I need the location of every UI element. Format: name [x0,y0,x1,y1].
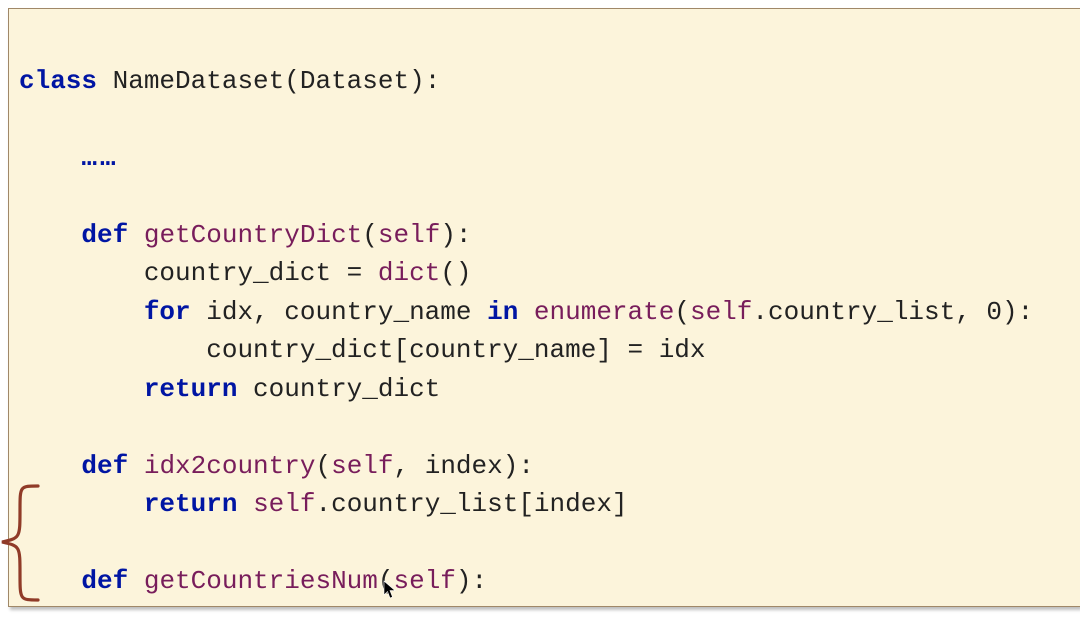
class-base: Dataset [300,66,409,96]
code-line-fn2-1: return self.country_list[index] [19,489,628,519]
code-line-fn2-def: def idx2country(self, index): [19,451,534,481]
builtin-enumerate: enumerate [534,297,674,327]
keyword-return: return [144,489,238,519]
keyword-def: def [81,451,128,481]
code-line-fn3-def: def getCountriesNum(self): [19,566,487,596]
code-line-fn1-1: country_dict = dict() [19,258,472,288]
self-param: self [331,451,393,481]
var: country_dict [144,258,331,288]
code-line-1: class NameDataset(Dataset): [19,66,440,96]
code-line-fn1-def: def getCountryDict(self): [19,220,472,250]
class-name: NameDataset [113,66,285,96]
fn-name: getCountryDict [144,220,362,250]
code-line-fn1-4: return country_dict [19,374,440,404]
text-space [97,66,113,96]
paren-close: ): [409,66,440,96]
keyword-class: class [19,66,97,96]
keyword-for: for [144,297,191,327]
keyword-return: return [144,605,238,608]
code-block: class NameDataset(Dataset): …… def getCo… [8,8,1080,607]
self-ref: self [253,489,315,519]
code-line-fn1-2: for idx, country_name in enumerate(self.… [19,297,1033,327]
keyword-def: def [81,220,128,250]
fn-name: idx2country [144,451,316,481]
self-param: self [394,566,456,596]
code-line-fn1-3: country_dict[country_name] = idx [19,335,706,365]
keyword-return: return [144,374,238,404]
keyword-in: in [487,297,518,327]
self-param: self [378,220,440,250]
fn-name: getCountriesNum [144,566,378,596]
paren-open: ( [284,66,300,96]
self-ref: self [690,297,752,327]
self-ref: self [253,605,315,608]
curly-brace-annotation [0,478,44,608]
code-line-fn3-1: return self.country_num [19,605,503,608]
code-line-ellipsis: …… [19,143,119,173]
ellipsis: …… [81,143,118,173]
builtin-dict: dict [378,258,440,288]
mouse-cursor-icon [383,580,397,600]
keyword-def: def [81,566,128,596]
